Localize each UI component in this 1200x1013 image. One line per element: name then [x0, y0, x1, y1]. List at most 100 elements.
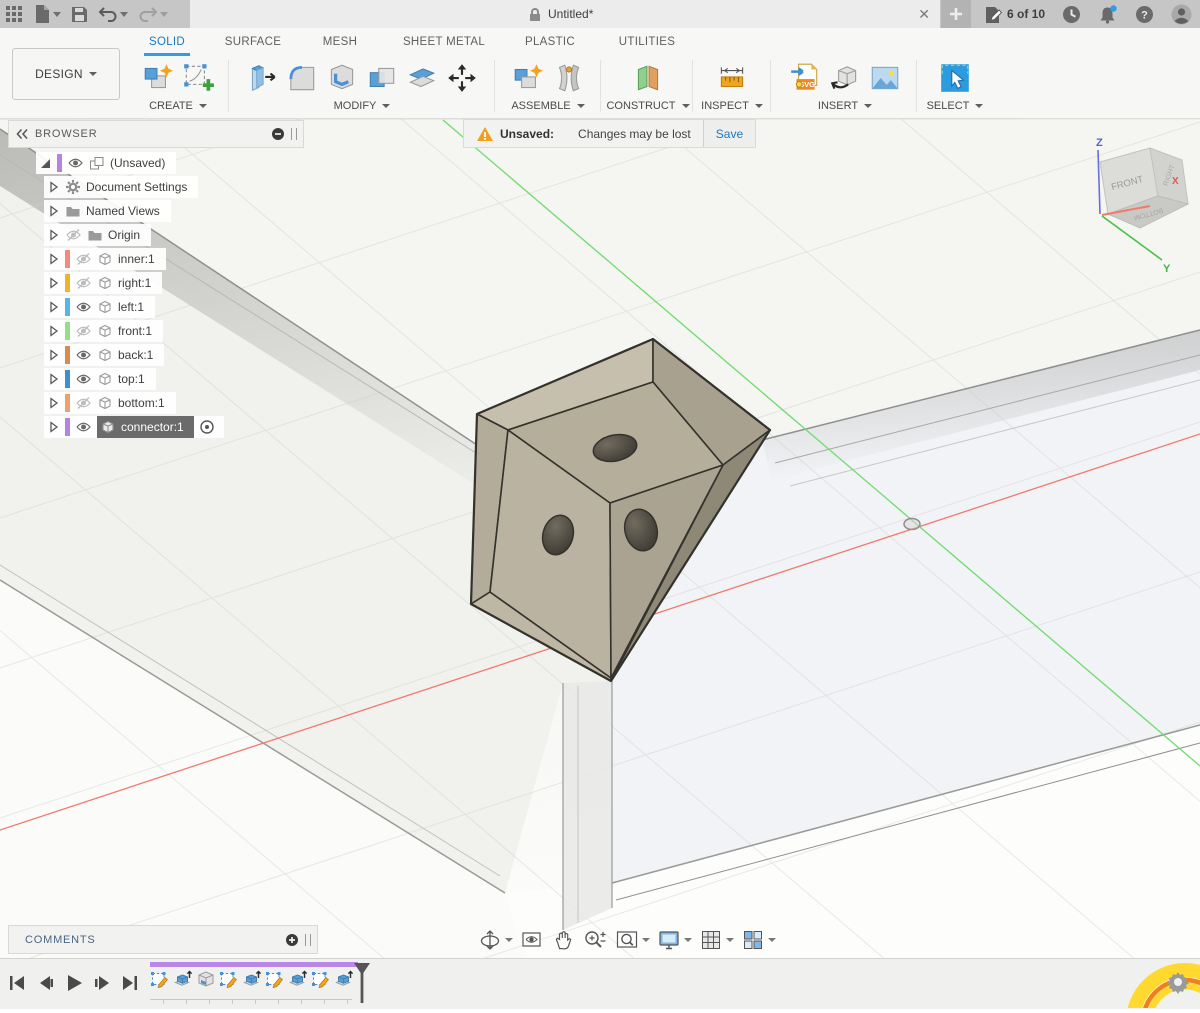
tri-icon[interactable] — [47, 204, 60, 218]
move-icon[interactable] — [445, 61, 479, 95]
nav-tool-viewports[interactable] — [741, 928, 776, 952]
playback-play-button[interactable] — [62, 972, 86, 994]
ribbon-group-label[interactable]: CONSTRUCT — [606, 100, 689, 112]
ribbon-group-label[interactable]: INSPECT — [701, 100, 763, 112]
save-button[interactable] — [71, 6, 88, 23]
insert-canvas-icon[interactable] — [868, 61, 902, 95]
nav-tool-zoom[interactable] — [582, 928, 608, 952]
tri-icon[interactable] — [47, 252, 60, 266]
target-icon[interactable] — [199, 419, 215, 435]
joint-icon[interactable] — [551, 61, 585, 95]
ribbon-group-label[interactable]: ASSEMBLE — [511, 100, 584, 112]
fillet-icon[interactable] — [285, 61, 319, 95]
ribbon-tab-plastic[interactable]: PLASTIC — [522, 36, 578, 48]
timeline-feature-extrude-9[interactable] — [334, 969, 354, 989]
origin-marker[interactable] — [904, 519, 920, 530]
browser-row-origin[interactable]: Origin — [8, 223, 304, 247]
timeline-feature-sketch-4[interactable] — [219, 969, 239, 989]
nav-tool-display-settings[interactable] — [657, 928, 692, 952]
tri-icon[interactable] — [47, 372, 60, 386]
job-history-clock-icon[interactable] — [1062, 5, 1081, 24]
nav-tool-orbit[interactable] — [478, 928, 513, 952]
dropdown-caret-icon[interactable] — [768, 938, 776, 942]
eye-off-icon[interactable] — [75, 252, 92, 266]
dropdown-caret-icon[interactable] — [642, 938, 650, 942]
press-pull-icon[interactable] — [245, 61, 279, 95]
file-menu-button[interactable] — [33, 4, 61, 24]
tri-icon[interactable] — [47, 348, 60, 362]
ribbon-group-label[interactable]: CREATE — [149, 100, 207, 112]
job-status[interactable]: 6 of 10 — [985, 5, 1045, 24]
tri-icon[interactable] — [47, 396, 60, 410]
nav-tool-fit[interactable] — [615, 928, 650, 952]
combine-icon[interactable] — [365, 61, 399, 95]
timeline-position-marker[interactable] — [352, 961, 372, 1008]
app-grid-icon[interactable] — [6, 6, 23, 23]
panel-minimize-icon[interactable] — [271, 127, 285, 141]
browser-row-right-1[interactable]: right:1 — [8, 271, 304, 295]
timeline-feature-sketch-8[interactable] — [311, 969, 331, 989]
eye-off-icon[interactable] — [75, 276, 92, 290]
timeline-feature-extrude-2[interactable] — [173, 969, 193, 989]
ribbon-group-label[interactable]: SELECT — [927, 100, 984, 112]
insert-derive-icon[interactable] — [828, 61, 862, 95]
tri-icon[interactable] — [47, 276, 60, 290]
dropdown-caret-icon[interactable] — [684, 938, 692, 942]
timeline-feature-sketch-1[interactable] — [150, 969, 170, 989]
dropdown-caret-icon[interactable] — [726, 938, 734, 942]
eye-on-icon[interactable] — [75, 300, 92, 314]
tri-icon[interactable] — [47, 324, 60, 338]
playback-go-to-end-button[interactable] — [118, 972, 142, 994]
timeline-feature-extrude-5[interactable] — [242, 969, 262, 989]
shell-icon[interactable] — [325, 61, 359, 95]
offset-icon[interactable] — [405, 61, 439, 95]
browser-row-unsaved[interactable]: (Unsaved) — [8, 151, 304, 175]
undo-button[interactable] — [98, 5, 128, 23]
ribbon-tab-solid[interactable]: SOLID — [144, 36, 190, 48]
eye-on-icon[interactable] — [75, 420, 92, 434]
nav-tool-look-at[interactable] — [520, 928, 544, 952]
eye-on-icon[interactable] — [67, 156, 84, 170]
panel-expand-icon[interactable] — [285, 933, 299, 947]
ribbon-group-label[interactable]: INSERT — [818, 100, 872, 112]
measure-icon[interactable] — [715, 61, 749, 95]
notifications-bell-icon[interactable] — [1098, 5, 1118, 24]
comments-panel[interactable]: COMMENTS — [8, 925, 318, 954]
ribbon-tab-sheet-metal[interactable]: SHEET METAL — [398, 36, 490, 48]
timeline-feature-extrude-7[interactable] — [288, 969, 308, 989]
eye-off-icon[interactable] — [75, 396, 92, 410]
tri-icon[interactable] — [47, 180, 60, 194]
browser-row-front-1[interactable]: front:1 — [8, 319, 304, 343]
panel-drag-handle[interactable] — [291, 128, 297, 140]
tri-icon[interactable] — [47, 420, 60, 434]
browser-row-named-views[interactable]: Named Views — [8, 199, 304, 223]
eye-off-icon[interactable] — [75, 324, 92, 338]
insert-svg-icon[interactable]: SVG — [788, 61, 822, 95]
ribbon-group-label[interactable]: MODIFY — [334, 100, 391, 112]
dropdown-caret-icon[interactable] — [505, 938, 513, 942]
tri-icon[interactable] — [47, 300, 60, 314]
browser-row-top-1[interactable]: top:1 — [8, 367, 304, 391]
playback-go-to-start-button[interactable] — [6, 972, 30, 994]
timeline-component-group-bar[interactable] — [150, 962, 358, 967]
browser-row-left-1[interactable]: left:1 — [8, 295, 304, 319]
avatar[interactable] — [1171, 4, 1192, 25]
browser-row-document-settings[interactable]: Document Settings — [8, 175, 304, 199]
browser-row-connector-1[interactable]: connector:1 — [8, 415, 304, 439]
help-icon[interactable]: ? — [1135, 5, 1154, 24]
tab-close-icon[interactable]: ✕ — [918, 6, 930, 23]
eye-on-icon[interactable] — [75, 372, 92, 386]
redo-button[interactable] — [138, 5, 168, 23]
tri-open-icon[interactable] — [39, 156, 52, 170]
save-link[interactable]: Save — [703, 120, 755, 147]
workspace-selector[interactable]: DESIGN — [12, 48, 120, 100]
new-tab-button[interactable] — [941, 0, 971, 28]
nav-tool-grid-display[interactable] — [699, 928, 734, 952]
browser-row-bottom-1[interactable]: bottom:1 — [8, 391, 304, 415]
playback-step-back-button[interactable] — [34, 972, 58, 994]
collapse-panel-icon[interactable] — [15, 127, 29, 141]
eye-off-icon[interactable] — [65, 228, 82, 242]
tri-icon[interactable] — [47, 228, 60, 242]
new-component-icon[interactable] — [511, 61, 545, 95]
ribbon-tab-mesh[interactable]: MESH — [318, 36, 362, 48]
